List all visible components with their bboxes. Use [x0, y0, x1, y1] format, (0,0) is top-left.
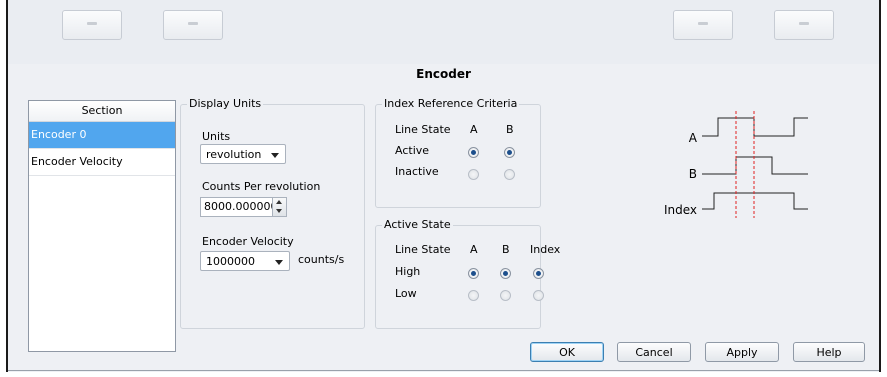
units-select-value: revolution: [206, 148, 262, 161]
active-state-title: Active State: [382, 218, 453, 231]
toolbar-button-1[interactable]: [62, 10, 122, 40]
counts-per-revolution-label: Counts Per revolution: [202, 180, 321, 193]
apply-button[interactable]: Apply: [705, 342, 779, 362]
counts-per-revolution-spinbox[interactable]: 8000.000000: [200, 197, 287, 217]
low-row-label: Low: [395, 287, 417, 300]
display-units-title: Display Units: [187, 97, 264, 110]
index-inactive-a-radio[interactable]: [468, 169, 479, 180]
diagram-label-a: A: [689, 131, 698, 145]
spin-down-icon[interactable]: [276, 209, 282, 213]
column-a-header: A: [470, 123, 478, 136]
index-reference-group: Index Reference Criteria Line State A B …: [375, 97, 541, 208]
column-index-header: Index: [530, 243, 561, 256]
chevron-down-icon: [275, 260, 283, 265]
section-list-header: Section: [29, 101, 175, 122]
counts-per-revolution-value: 8000.000000: [204, 200, 278, 213]
velocity-unit-label: counts/s: [298, 253, 345, 266]
column-a-header: A: [470, 243, 478, 256]
active-low-a-radio[interactable]: [468, 290, 479, 301]
active-high-b-radio[interactable]: [500, 268, 511, 279]
active-low-index-radio[interactable]: [533, 290, 544, 301]
diagram-label-index: Index: [664, 203, 697, 217]
line-state-header: Line State: [395, 123, 451, 136]
section-list: Section Encoder 0 Encoder Velocity: [28, 100, 176, 352]
signal-index-waveform: [702, 192, 808, 210]
active-row-label: Active: [395, 144, 430, 157]
index-inactive-b-radio[interactable]: [504, 169, 515, 180]
encoder-timing-diagram: A B Index: [664, 111, 808, 218]
toolbar-icon: [188, 22, 198, 25]
top-toolbar: [8, 0, 879, 65]
encoder-velocity-value: 1000000: [206, 255, 255, 268]
window-bottom-border: [8, 370, 879, 371]
spin-up-icon[interactable]: [276, 200, 282, 204]
toolbar-icon: [698, 22, 708, 25]
ok-button[interactable]: OK: [530, 342, 604, 362]
chevron-down-icon: [271, 153, 279, 158]
high-row-label: High: [395, 265, 421, 278]
toolbar-button-2[interactable]: [163, 10, 223, 40]
column-b-header: B: [506, 123, 514, 136]
line-state-header: Line State: [395, 243, 451, 256]
index-active-b-radio[interactable]: [504, 147, 515, 158]
diagram-label-b: B: [689, 167, 697, 181]
encoder-velocity-select[interactable]: 1000000: [200, 251, 290, 271]
display-units-group: Display Units Units revolution Counts Pe…: [180, 97, 365, 329]
toolbar-icon: [799, 22, 809, 25]
dialog-title: Encoder: [416, 67, 471, 81]
units-select[interactable]: revolution: [200, 144, 286, 164]
signal-b-waveform: [702, 156, 808, 175]
toolbar-button-4[interactable]: [774, 10, 834, 40]
index-reference-title: Index Reference Criteria: [382, 97, 520, 110]
active-high-index-radio[interactable]: [533, 268, 544, 279]
section-item-encoder-velocity[interactable]: Encoder Velocity: [29, 149, 175, 176]
window-frame-right: [879, 0, 881, 372]
index-active-a-radio[interactable]: [468, 147, 479, 158]
toolbar-button-3[interactable]: [673, 10, 733, 40]
encoder-velocity-label: Encoder Velocity: [202, 235, 294, 248]
section-item-encoder-0[interactable]: Encoder 0: [29, 122, 175, 149]
active-high-a-radio[interactable]: [468, 268, 479, 279]
active-state-group: Active State Line State A B Index High L…: [375, 218, 560, 329]
signal-a-waveform: [702, 117, 808, 137]
spin-buttons[interactable]: [272, 198, 286, 216]
active-low-b-radio[interactable]: [500, 290, 511, 301]
encoder-dialog: Encoder Section Encoder 0 Encoder Veloci…: [8, 64, 879, 372]
inactive-row-label: Inactive: [395, 165, 439, 178]
column-b-header: B: [502, 243, 510, 256]
help-button[interactable]: Help: [793, 342, 865, 362]
toolbar-icon: [87, 22, 97, 25]
units-label: Units: [202, 130, 231, 143]
cancel-button[interactable]: Cancel: [617, 342, 691, 362]
